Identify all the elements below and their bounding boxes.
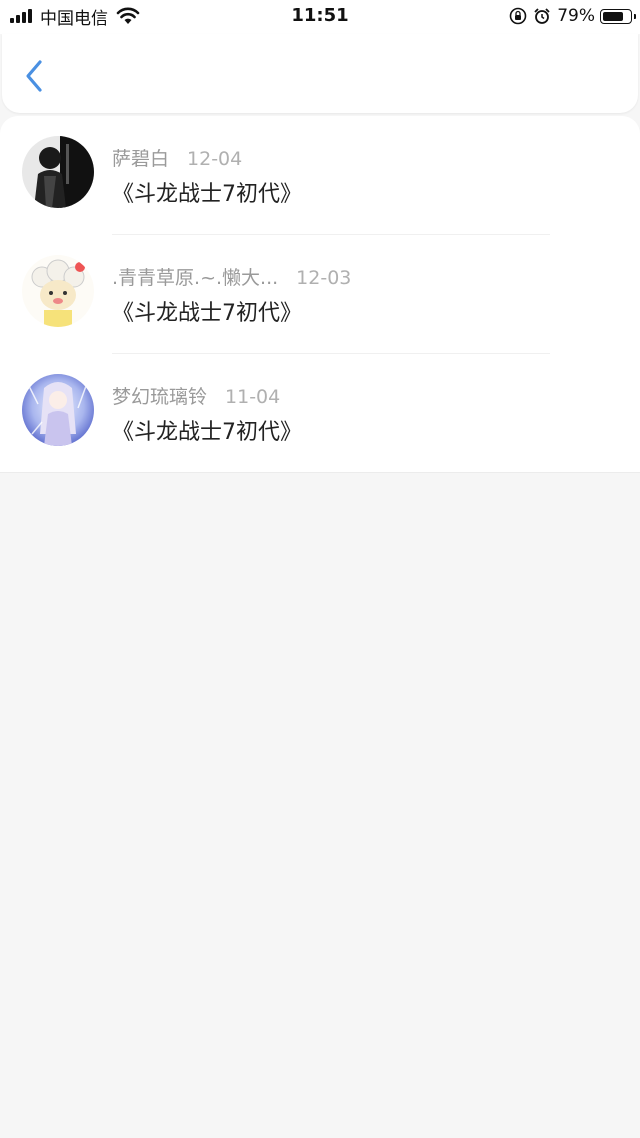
- status-right: 79%: [509, 5, 636, 27]
- status-bar: 中国电信 11:51 79%: [0, 0, 640, 34]
- avatar[interactable]: [22, 255, 94, 327]
- nav-header: [2, 34, 638, 113]
- avatar[interactable]: [22, 136, 94, 208]
- meta-row: 梦幻琉璃铃 11-04: [112, 382, 280, 409]
- list-item[interactable]: 萨碧白 12-04 《斗龙战士7初代》: [0, 116, 640, 235]
- avatar[interactable]: [22, 374, 94, 446]
- meta-row: 萨碧白 12-04: [112, 144, 242, 171]
- rotation-lock-icon: [509, 7, 527, 25]
- battery-icon: [600, 8, 636, 24]
- post-date: 12-04: [187, 148, 243, 170]
- post-date: 11-04: [225, 386, 281, 408]
- back-button[interactable]: [20, 58, 50, 94]
- battery-fill: [603, 11, 623, 21]
- alarm-icon: [534, 8, 550, 24]
- battery-percent: 79%: [557, 6, 595, 26]
- item-title[interactable]: 《斗龙战士7初代》: [112, 176, 302, 208]
- list-item[interactable]: .青青草原.~.懒大... 12-03 《斗龙战士7初代》: [0, 235, 640, 354]
- comment-list: 萨碧白 12-04 《斗龙战士7初代》 .青青草原.~.懒大... 12-03 《斗…: [0, 116, 640, 473]
- avatar-dark-figure-icon: [22, 136, 94, 208]
- user-name[interactable]: .青青草原.~.懒大...: [112, 267, 278, 289]
- meta-row: .青青草原.~.懒大... 12-03: [112, 263, 351, 290]
- user-name[interactable]: 萨碧白: [112, 148, 169, 170]
- list-item[interactable]: 梦幻琉璃铃 11-04 《斗龙战士7初代》: [0, 354, 640, 473]
- item-title[interactable]: 《斗龙战士7初代》: [112, 414, 302, 446]
- item-title[interactable]: 《斗龙战士7初代》: [112, 295, 302, 327]
- user-name[interactable]: 梦幻琉璃铃: [112, 386, 207, 408]
- avatar-anime-girl-icon: [22, 374, 94, 446]
- chevron-left-icon: [26, 60, 42, 92]
- post-date: 12-03: [296, 267, 352, 289]
- battery-cap: [634, 13, 636, 19]
- avatar-sheep-cartoon-icon: [22, 255, 94, 327]
